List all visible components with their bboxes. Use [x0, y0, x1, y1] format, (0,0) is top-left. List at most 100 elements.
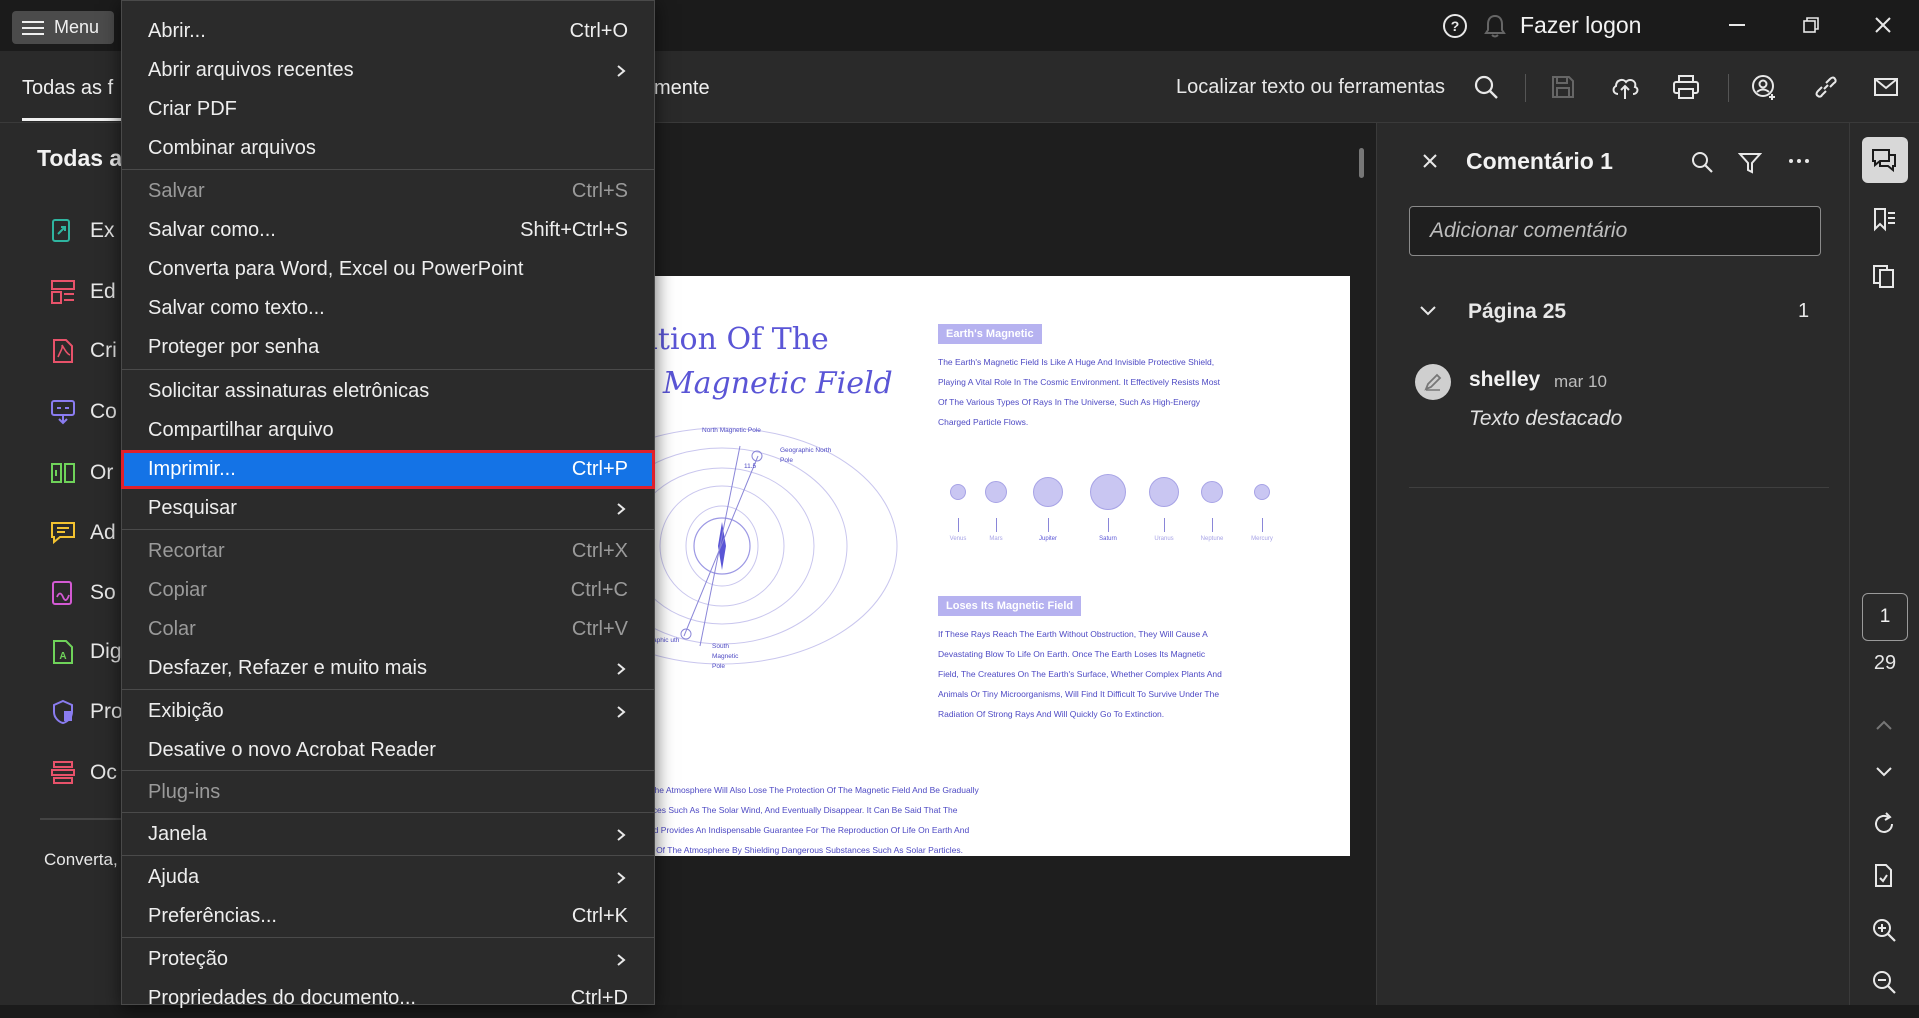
tool-item-label: Dig [90, 640, 122, 663]
rotate-icon[interactable] [1864, 804, 1904, 844]
menu-item-salvar-como[interactable]: Salvar como... Shift+Ctrl+S [121, 211, 655, 250]
menu-item-desfazer-refazer-e-muito-mais[interactable]: Desfazer, Refazer e muito mais [121, 649, 655, 688]
chevron-right-icon [617, 705, 626, 718]
find-tools-label[interactable]: Localizar texto ou ferramentas [1176, 76, 1445, 99]
close-icon[interactable] [1863, 10, 1903, 40]
comment-page-group[interactable]: Página 25 [1468, 300, 1566, 324]
menu-item-solicitar-assinaturas-eletronicas[interactable]: Solicitar assinaturas eletrônicas [121, 372, 655, 411]
menu-item-converta-para-word-excel-ou-powerpoint[interactable]: Converta para Word, Excel ou PowerPoint [121, 250, 655, 289]
tool-item[interactable]: Oc [50, 758, 130, 788]
zoom-in-icon[interactable] [1864, 910, 1904, 950]
menu-item-protecao[interactable]: Proteção [121, 940, 655, 979]
menu-item-shortcut: Shift+Ctrl+S [520, 219, 628, 241]
tool-item-label: Oc [90, 761, 117, 784]
chevron-down-icon[interactable] [1864, 752, 1904, 792]
chevron-right-icon [617, 662, 626, 675]
menu-item-ajuda[interactable]: Ajuda [121, 858, 655, 897]
help-icon[interactable]: ? [1441, 12, 1469, 40]
menu-item-preferencias[interactable]: Preferências... Ctrl+K [121, 897, 655, 936]
current-page-input[interactable]: 1 [1862, 593, 1908, 641]
zoom-out-icon[interactable] [1864, 962, 1904, 1002]
add-comment-input[interactable]: Adicionar comentário [1409, 206, 1821, 256]
menu-item-compartilhar-arquivo[interactable]: Compartilhar arquivo [121, 411, 655, 450]
menu-item-propriedades-do-documento[interactable]: Propriedades do documento... Ctrl+D [121, 979, 655, 1018]
doc-title-line1: ation Of The [640, 322, 829, 357]
chevron-down-icon[interactable] [1419, 304, 1437, 318]
close-panel-icon[interactable] [1421, 152, 1439, 170]
comment-text[interactable]: Texto destacado [1469, 407, 1622, 431]
menu-item-label: Recortar [148, 540, 225, 562]
menu-item-exibicao[interactable]: Exibição [121, 692, 655, 731]
bookmark-icon[interactable] [1864, 199, 1904, 239]
menu-item-label: Desfazer, Refazer e muito mais [148, 657, 427, 679]
tool-item[interactable]: Ex [50, 216, 130, 246]
sign-in-link[interactable]: Fazer logon [1520, 12, 1641, 39]
menu-item-plug-ins[interactable]: Plug-ins [121, 773, 655, 812]
tool-item[interactable]: Ad [50, 518, 130, 548]
menu-item-label: Janela [148, 823, 207, 845]
menu-button[interactable]: Menu [12, 11, 114, 44]
page-extract-icon[interactable] [1864, 856, 1904, 896]
tab-all-tools[interactable]: Todas as f [22, 77, 113, 100]
planet-label: Mars [989, 536, 1003, 542]
tool-item[interactable]: Cri [50, 336, 130, 366]
menu-item-label: Preferências... [148, 905, 277, 927]
bell-icon[interactable] [1481, 12, 1509, 40]
planet-circle [1149, 477, 1179, 507]
doc-text-line: Radiation Of Strong Rays And Will Quickl… [938, 709, 1165, 719]
toolbar-separator [1728, 74, 1729, 102]
tool-item[interactable]: A Dig [50, 637, 130, 667]
planet-tick [1164, 518, 1165, 532]
planet-label: Mercury [1251, 536, 1273, 542]
email-icon[interactable] [1870, 71, 1902, 103]
search-icon[interactable] [1470, 71, 1502, 103]
tool-item-label: Ad [90, 521, 116, 544]
chevron-right-icon [617, 828, 626, 841]
upload-cloud-icon[interactable] [1609, 71, 1641, 103]
minimize-icon[interactable] [1717, 10, 1757, 40]
protect-icon [53, 699, 73, 725]
restore-icon[interactable] [1791, 10, 1831, 40]
more-options-icon[interactable] [1787, 153, 1811, 169]
search-comments-icon[interactable] [1690, 150, 1714, 174]
menu-item-criar-pdf[interactable]: Criar PDF [121, 90, 655, 129]
pages-icon[interactable] [1864, 256, 1904, 296]
menu-button-label: Menu [54, 17, 100, 37]
tool-item[interactable]: Or [50, 458, 130, 488]
menu-item-abrir[interactable]: Abrir... Ctrl+O [121, 12, 655, 51]
planet-circle [1254, 484, 1270, 500]
tool-item-label: Or [90, 461, 114, 484]
menu-item-pesquisar[interactable]: Pesquisar [121, 489, 655, 528]
menu-item-shortcut: Ctrl+O [569, 20, 628, 42]
menu-item-janela[interactable]: Janela [121, 815, 655, 854]
print-icon[interactable] [1670, 71, 1702, 103]
menu-item-salvar-como-texto[interactable]: Salvar como texto... [121, 289, 655, 328]
menu-item-abrir-arquivos-recentes[interactable]: Abrir arquivos recentes [121, 51, 655, 90]
share-user-icon[interactable] [1748, 71, 1780, 103]
planet-label: Uranus [1154, 536, 1174, 542]
menu-item-imprimir[interactable]: Imprimir... Ctrl+P [121, 450, 655, 489]
menu-item-salvar[interactable]: Salvar Ctrl+S [121, 172, 655, 211]
filter-icon[interactable] [1738, 151, 1762, 175]
menu-item-proteger-por-senha[interactable]: Proteger por senha [121, 328, 655, 367]
link-icon[interactable] [1810, 71, 1842, 103]
tool-item[interactable]: So [50, 578, 130, 608]
menu-item-copiar[interactable]: Copiar Ctrl+C [121, 571, 655, 610]
tab-edit[interactable]: mente [654, 77, 710, 100]
save-icon[interactable] [1547, 71, 1579, 103]
menu-item-colar[interactable]: Colar Ctrl+V [121, 610, 655, 649]
menu-item-label: Proteger por senha [148, 336, 320, 358]
menu-item-combinar-arquivos[interactable]: Combinar arquivos [121, 129, 655, 168]
menu-item-desative-o-novo-acrobat-reader[interactable]: Desative o novo Acrobat Reader [121, 731, 655, 770]
comment-icon[interactable] [1864, 140, 1904, 180]
tool-item[interactable]: Co [50, 397, 130, 427]
menu-item-recortar[interactable]: Recortar Ctrl+X [121, 532, 655, 571]
tool-item[interactable]: Ed [50, 277, 130, 307]
vertical-scrollbar[interactable] [1359, 148, 1364, 178]
tool-item[interactable]: Pro [50, 697, 130, 727]
request-signatures-icon [52, 581, 72, 605]
chevron-up-icon[interactable] [1864, 705, 1904, 745]
menu-item-label: Copiar [148, 579, 207, 601]
planet-tick [996, 518, 997, 532]
doc-section-badge: Earth's Magnetic [938, 324, 1042, 344]
